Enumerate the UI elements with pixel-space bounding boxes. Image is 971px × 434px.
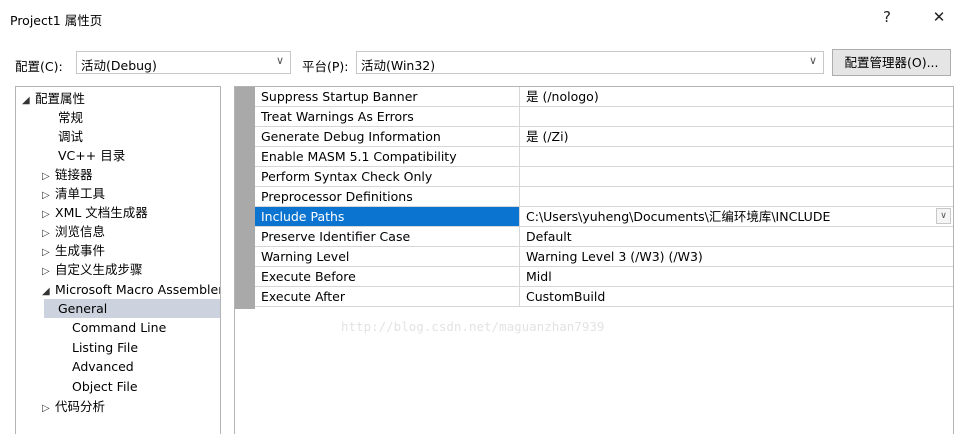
window-title: Project1 属性页 xyxy=(10,13,103,28)
platform-dropdown[interactable]: 活动(Win32) ∨ xyxy=(356,51,824,74)
tree-item-label: Command Line xyxy=(72,320,167,335)
property-value[interactable] xyxy=(520,167,953,187)
property-value[interactable]: 是 (/nologo) xyxy=(520,87,953,107)
config-value: 活动(Debug) xyxy=(81,58,157,73)
property-value[interactable]: 是 (/Zi) xyxy=(520,127,953,147)
configuration-bar: 配置(C): 活动(Debug) ∨ 平台(P): 活动(Win32) ∨ 配置… xyxy=(0,45,971,79)
property-name: Generate Debug Information xyxy=(255,127,520,147)
tree-item-label: XML 文档生成器 xyxy=(55,205,148,220)
configuration-manager-button[interactable]: 配置管理器(O)... xyxy=(832,49,951,76)
tree-item-label: Advanced xyxy=(72,359,134,374)
expanded-triangle-icon[interactable]: ◢ xyxy=(22,91,35,110)
tree-item-label: 清单工具 xyxy=(55,186,106,201)
help-button[interactable]: ? xyxy=(874,6,900,28)
tree-item-debugging[interactable]: 调试 xyxy=(58,127,83,146)
chevron-down-icon: ∨ xyxy=(275,54,284,67)
chevron-down-icon[interactable]: ∨ xyxy=(936,208,951,224)
property-name: Preserve Identifier Case xyxy=(255,227,520,247)
property-row[interactable]: Preserve Identifier Case Default xyxy=(255,227,953,247)
property-name: Treat Warnings As Errors xyxy=(255,107,520,127)
tree-item-custom-build-step[interactable]: ▷ 自定义生成步骤 xyxy=(42,260,143,279)
platform-value: 活动(Win32) xyxy=(361,58,436,73)
tree-item-code-analysis[interactable]: ▷ 代码分析 xyxy=(42,397,105,416)
tree-item-masm[interactable]: ◢ Microsoft Macro Assembler xyxy=(42,280,221,299)
property-name: Warning Level xyxy=(255,247,520,267)
tree-item-label: 浏览信息 xyxy=(55,224,106,239)
tree-item-label: Listing File xyxy=(72,340,139,355)
property-row[interactable]: Generate Debug Information 是 (/Zi) xyxy=(255,127,953,147)
property-value[interactable]: Default xyxy=(520,227,953,247)
chevron-down-icon: ∨ xyxy=(808,54,817,67)
tree-item-xml-doc-generator[interactable]: ▷ XML 文档生成器 xyxy=(42,203,148,222)
tree-item-label: 链接器 xyxy=(55,167,93,182)
property-name: Include Paths xyxy=(255,207,520,227)
tree-item-linker[interactable]: ▷ 链接器 xyxy=(42,165,93,184)
tree-item-label: 配置属性 xyxy=(35,91,86,106)
tree-item-build-events[interactable]: ▷ 生成事件 xyxy=(42,241,105,260)
tree-item-listing-file[interactable]: Listing File xyxy=(72,338,138,357)
tree-item-label: Microsoft Macro Assembler xyxy=(55,282,221,297)
property-name: Execute Before xyxy=(255,267,520,287)
property-value[interactable]: Midl xyxy=(520,267,953,287)
tree-item-label: 代码分析 xyxy=(55,399,106,414)
property-value[interactable] xyxy=(520,107,953,127)
tree-item-label: Object File xyxy=(72,379,138,394)
config-label: 配置(C): xyxy=(15,59,63,74)
include-paths-value[interactable]: C:\Users\yuheng\Documents\汇编环境库\INCLUDE … xyxy=(520,207,953,227)
tree-item-browse-info[interactable]: ▷ 浏览信息 xyxy=(42,222,105,241)
platform-label: 平台(P): xyxy=(302,59,349,74)
property-name: Suppress Startup Banner xyxy=(255,87,520,107)
collapsed-triangle-icon[interactable]: ▷ xyxy=(42,399,55,418)
tree-item-label: 自定义生成步骤 xyxy=(55,262,143,277)
property-row[interactable]: Preprocessor Definitions xyxy=(255,187,953,207)
property-name: Preprocessor Definitions xyxy=(255,187,520,207)
tree-item-label: 常规 xyxy=(58,110,84,125)
tree-item-label: 生成事件 xyxy=(55,243,106,258)
property-name: Perform Syntax Check Only xyxy=(255,167,520,187)
title-bar: Project1 属性页 ? ✕ xyxy=(0,0,971,36)
tree-item-vc-directories[interactable]: VC++ 目录 xyxy=(58,146,125,165)
close-button[interactable]: ✕ xyxy=(926,6,952,28)
property-row-selected[interactable]: Include Paths C:\Users\yuheng\Documents\… xyxy=(255,207,953,227)
property-row[interactable]: Execute After CustomBuild xyxy=(255,287,953,307)
tree-item-label: VC++ 目录 xyxy=(58,148,126,163)
property-value[interactable]: Warning Level 3 (/W3) (/W3) xyxy=(520,247,953,267)
watermark-text: http://blog.csdn.net/maguanzhan7939 xyxy=(341,319,605,334)
config-dropdown[interactable]: 活动(Debug) ∨ xyxy=(76,51,291,74)
property-name: Execute After xyxy=(255,287,520,307)
tree-item-config-properties[interactable]: ◢ 配置属性 xyxy=(22,89,85,108)
tree-item-manifest-tool[interactable]: ▷ 清单工具 xyxy=(42,184,105,203)
property-value[interactable]: CustomBuild xyxy=(520,287,953,307)
tree-item-label: General xyxy=(58,301,108,316)
tree-item-command-line[interactable]: Command Line xyxy=(72,318,166,337)
collapsed-triangle-icon[interactable]: ▷ xyxy=(42,262,55,281)
property-row[interactable]: Treat Warnings As Errors xyxy=(255,107,953,127)
property-row[interactable]: Enable MASM 5.1 Compatibility xyxy=(255,147,953,167)
property-value[interactable] xyxy=(520,187,953,207)
property-value: C:\Users\yuheng\Documents\汇编环境库\INCLUDE xyxy=(526,209,831,224)
property-tree[interactable]: ◢ 配置属性 常规 调试 VC++ 目录 ▷ 链接器 ▷ 清单工具 ▷ XML 文档生成… xyxy=(15,86,221,434)
tree-item-object-file[interactable]: Object File xyxy=(72,377,138,396)
property-grid-gutter xyxy=(235,87,255,309)
property-row[interactable]: Perform Syntax Check Only xyxy=(255,167,953,187)
tree-item-advanced[interactable]: Advanced xyxy=(72,357,134,376)
property-name: Enable MASM 5.1 Compatibility xyxy=(255,147,520,167)
property-row[interactable]: Warning Level Warning Level 3 (/W3) (/W3… xyxy=(255,247,953,267)
property-row[interactable]: Suppress Startup Banner 是 (/nologo) xyxy=(255,87,953,107)
tree-item-general-zh[interactable]: 常规 xyxy=(58,108,83,127)
property-row[interactable]: Execute Before Midl xyxy=(255,267,953,287)
tree-item-label: 调试 xyxy=(58,129,84,144)
property-value[interactable] xyxy=(520,147,953,167)
property-grid[interactable]: Suppress Startup Banner 是 (/nologo) Trea… xyxy=(234,86,954,434)
tree-item-masm-general[interactable]: General xyxy=(44,299,220,318)
